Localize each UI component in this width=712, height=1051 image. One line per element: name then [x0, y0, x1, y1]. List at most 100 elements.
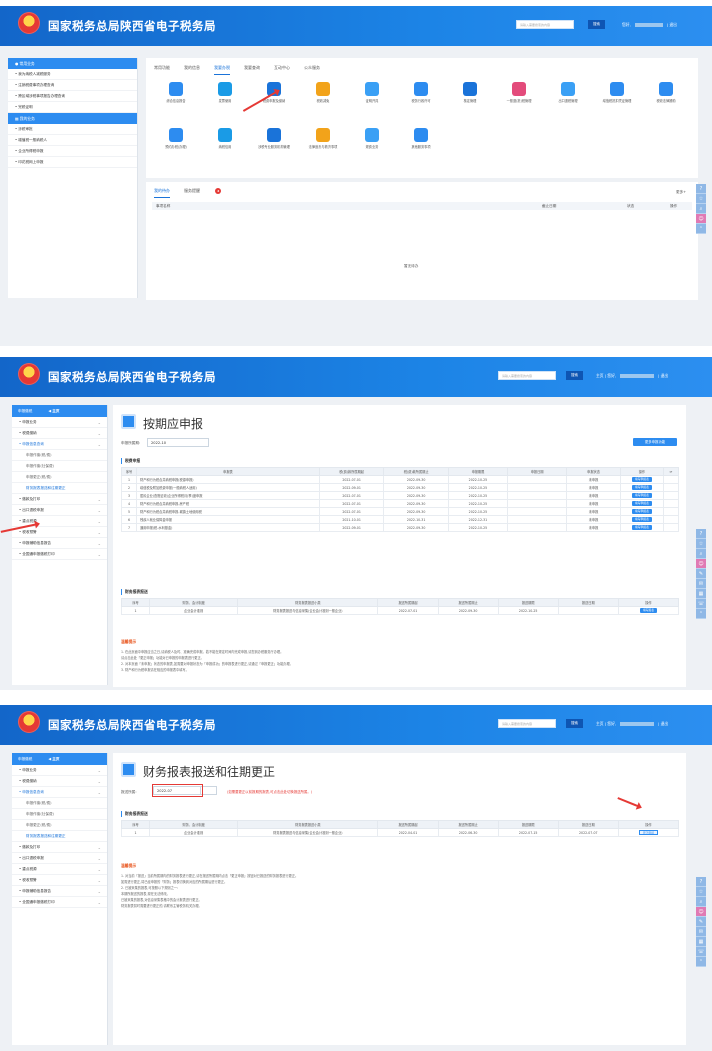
sidebar-item[interactable]: • 全国通申报缴税打印 ⌄ — [12, 897, 107, 908]
service-item[interactable]: 税收法律援助 — [646, 82, 686, 103]
logout-link[interactable]: 退出 — [661, 373, 669, 378]
logout-link[interactable]: 退出 — [669, 22, 677, 27]
sidebar-item[interactable]: • 税收预警 ⌄ — [12, 875, 107, 886]
sidebar-item[interactable]: • 完税证明 — [8, 102, 137, 113]
home-link[interactable]: 主页 — [596, 721, 604, 726]
row-action-button[interactable]: 填写报表 — [639, 608, 658, 613]
sidebar-top[interactable]: 申报缴税 ◀ 主页 — [12, 753, 107, 765]
help-icon[interactable]: ? — [696, 184, 706, 194]
help-icon[interactable]: ? — [696, 529, 706, 539]
sidebar-item[interactable]: • 全国通申报缴税打印 ⌄ — [12, 549, 107, 560]
tab-my-todo[interactable]: 我的待办 — [154, 188, 170, 198]
service-item[interactable]: 规费业务 — [352, 128, 392, 149]
tab-service-reminder[interactable]: 服务提醒 2 — [184, 188, 222, 200]
sidebar-item[interactable]: • 申报业务 ⌄ — [12, 765, 107, 776]
row-action-button[interactable]: 填写申报表 — [631, 493, 652, 498]
row-action-button[interactable]: 填写申报表 — [631, 517, 652, 522]
phone-icon[interactable]: ☏ — [696, 599, 706, 609]
search-icon[interactable]: ⌕ — [696, 897, 706, 907]
sidebar-item[interactable]: • 缴款及打印 ⌄ — [12, 494, 107, 505]
home-link[interactable]: 主页 — [596, 373, 604, 378]
service-item[interactable]: 发票使用 — [205, 82, 245, 103]
service-icon[interactable]: ☺ — [696, 559, 706, 569]
service-item[interactable]: 其他服务事项 — [401, 128, 441, 149]
sidebar-top[interactable]: 申报缴税 ◀ 主页 — [12, 405, 107, 417]
home-nav[interactable]: ◀ 主页 — [48, 409, 59, 413]
row-action-button[interactable]: 填写申报表 — [631, 501, 652, 506]
sidebar-item[interactable]: • 注销税费事项办理查询 — [8, 80, 137, 91]
search-icon[interactable]: ⌕ — [696, 204, 706, 214]
sidebar-item[interactable]: • 出口退税申报 ⌄ — [12, 505, 107, 516]
sidebar-section-common[interactable]: ● 常用业务 — [8, 58, 137, 69]
sidebar-item[interactable]: • 印花税网上申报 — [8, 157, 137, 168]
sidebar-item[interactable]: • 跨区域涉税事项报告办理查询 — [8, 91, 137, 102]
sidebar-item[interactable]: • 申报辅助信息报告 ⌄ — [12, 538, 107, 549]
sidebar-item[interactable]: 申报作废(税/费) — [12, 450, 107, 461]
calc-icon[interactable]: ▦ — [696, 937, 706, 947]
sidebar-item[interactable]: • 我为纳税人减税服务 — [8, 69, 137, 80]
more-link[interactable]: 更多+ — [676, 190, 686, 195]
sidebar-item[interactable]: 申报作废(社保费) — [12, 809, 107, 820]
service-item[interactable]: 综合信息报告 — [156, 82, 196, 103]
message-icon[interactable]: ✉ — [696, 579, 706, 589]
edit-icon[interactable]: ✎ — [696, 917, 706, 927]
row-action-button[interactable]: 更正申报 — [638, 830, 659, 835]
tab-my-info[interactable]: 我的信息 — [184, 65, 200, 74]
period-input[interactable]: 2022-10 — [147, 438, 209, 447]
search-button[interactable]: 搜索 — [588, 20, 605, 29]
search-input[interactable]: 请输入需要搜索的内容 — [498, 719, 556, 728]
tab-query[interactable]: 我要查询 — [244, 65, 260, 74]
service-item[interactable]: 涉税专业服务机构管理 — [254, 128, 294, 149]
calc-icon[interactable]: ▦ — [696, 589, 706, 599]
sidebar-section-mine[interactable]: ▦ 我的业务 — [8, 113, 137, 124]
sidebar-item[interactable]: • 缴款及打印 ⌄ — [12, 842, 107, 853]
service-item[interactable]: 法律追责与救济事项 — [303, 128, 343, 149]
phone-icon[interactable]: ☏ — [696, 947, 706, 957]
sidebar-item[interactable]: • 申报辅助信息报告 ⌄ — [12, 886, 107, 897]
search-input[interactable]: 请输入需要搜索的内容 — [498, 371, 556, 380]
period-picker[interactable] — [201, 786, 217, 795]
service-item[interactable]: 出口退税管理 — [548, 82, 588, 103]
sidebar-item[interactable]: • 涉税审批 — [8, 124, 137, 135]
sidebar-item[interactable]: • 增值税一般纳税人 — [8, 135, 137, 146]
tab-do-tax[interactable]: 我要办税 — [214, 65, 230, 75]
sidebar-item[interactable]: 申报更正(税/费) — [12, 820, 107, 831]
edit-icon[interactable]: ✎ — [696, 569, 706, 579]
star-icon[interactable]: ☆ — [696, 194, 706, 204]
more-declaration-button[interactable]: 更多申报功能 — [633, 438, 677, 446]
chevron-up-icon[interactable]: ⌃ — [696, 609, 706, 619]
sidebar-item[interactable]: • 重点税源 ⌄ — [12, 864, 107, 875]
chevron-up-icon[interactable]: ⌃ — [696, 957, 706, 967]
sidebar-item[interactable]: 申报更正(税/费) — [12, 472, 107, 483]
star-icon[interactable]: ☆ — [696, 887, 706, 897]
sidebar-item[interactable]: • 申报信息查询 ⌄ — [12, 787, 107, 798]
sidebar-item[interactable]: 财务报表报送和往期更正 — [12, 831, 107, 842]
search-button[interactable]: 搜索 — [566, 371, 583, 380]
tab-common[interactable]: 常用功能 — [154, 65, 170, 74]
chevron-up-icon[interactable]: ⌃ — [696, 224, 706, 234]
help-icon[interactable]: ? — [696, 877, 706, 887]
service-item[interactable]: 纳税信用 — [205, 128, 245, 149]
row-action-button[interactable]: 填写申报表 — [631, 485, 652, 490]
service-item[interactable]: 税务行政许可 — [401, 82, 441, 103]
service-item[interactable]: 一般退(抵)税管理 — [499, 82, 539, 103]
message-icon[interactable]: ✉ — [696, 927, 706, 937]
sidebar-item[interactable]: • 申报业务 ⌄ — [12, 417, 107, 428]
sidebar-item[interactable]: • 税费缴纳 ⌄ — [12, 428, 107, 439]
logout-link[interactable]: 退出 — [661, 721, 669, 726]
row-action-button[interactable]: 填写申报表 — [631, 525, 652, 530]
sidebar-item[interactable]: 财务报表报送和往期更正 — [12, 483, 107, 494]
tab-interact[interactable]: 互动中心 — [274, 65, 290, 74]
service-item[interactable]: 证明开具 — [352, 82, 392, 103]
service-item[interactable]: 增值税抵扣凭证管理 — [597, 82, 637, 103]
service-icon[interactable]: ☺ — [696, 907, 706, 917]
tab-public[interactable]: 公众服务 — [304, 65, 320, 74]
search-icon[interactable]: ⌕ — [696, 549, 706, 559]
star-icon[interactable]: ☆ — [696, 539, 706, 549]
sidebar-item[interactable]: • 税费缴纳 ⌄ — [12, 776, 107, 787]
service-item[interactable]: 预约办税(办理) — [156, 128, 196, 149]
search-button[interactable]: 搜索 — [566, 719, 583, 728]
service-item[interactable]: 核定管理 — [450, 82, 490, 103]
service-icon[interactable]: ☺ — [696, 214, 706, 224]
sidebar-item[interactable]: • 税收预警 ⌄ — [12, 527, 107, 538]
